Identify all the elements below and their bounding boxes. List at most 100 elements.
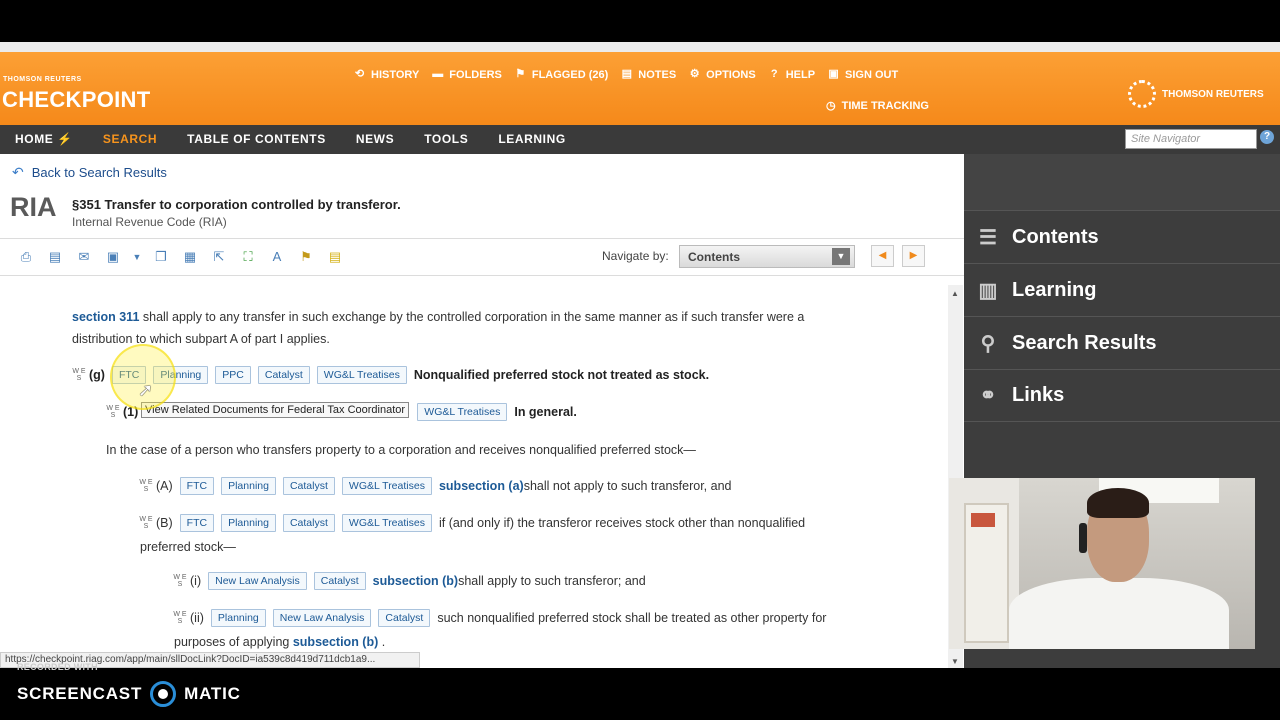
time-tracking-link[interactable]: ◷ TIME TRACKING: [826, 99, 929, 113]
back-to-results-link[interactable]: ↶ Back to Search Results: [12, 164, 167, 181]
ppc-button[interactable]: PPC: [215, 366, 251, 384]
nav-news[interactable]: NEWS: [341, 125, 409, 154]
new-law-analysis-button[interactable]: New Law Analysis: [208, 572, 307, 590]
translate-icon[interactable]: A: [267, 248, 287, 266]
paragraph: preferred stock—: [140, 540, 236, 554]
copy-icon[interactable]: ❐: [151, 248, 171, 266]
side-panel-top: [964, 154, 1280, 210]
subsection-b: W ES (B) FTC Planning Catalyst WG&L Trea…: [139, 514, 806, 532]
nav-table-of-contents[interactable]: TABLE OF CONTENTS: [172, 125, 341, 154]
catalyst-button[interactable]: Catalyst: [313, 572, 366, 590]
flagged-link[interactable]: ⚑ FLAGGED (26): [514, 68, 608, 81]
ftc-button[interactable]: FTC: [179, 477, 215, 495]
history-link[interactable]: ⟲ HISTORY: [353, 68, 419, 81]
wgl-treatises-button[interactable]: WG&L Treatises: [316, 366, 407, 384]
wgl-treatises-button[interactable]: WG&L Treatises: [341, 514, 432, 532]
paragraph: In the case of a person who transfers pr…: [106, 443, 696, 457]
compass-icon[interactable]: W ES: [139, 516, 153, 530]
options-link[interactable]: ⚙ OPTIONS: [688, 68, 756, 81]
compass-icon[interactable]: W ES: [173, 611, 187, 625]
subsection-b-link[interactable]: subsection (b): [373, 574, 458, 588]
save-icon[interactable]: ▣: [103, 248, 123, 266]
paragraph: purposes of applying subsection (b) .: [174, 635, 386, 649]
nav-home[interactable]: HOME ⚡: [0, 125, 88, 154]
subsection-heading: In general.: [514, 405, 577, 419]
external-link-icon[interactable]: ⇱: [209, 248, 229, 266]
compass-icon[interactable]: W ES: [139, 479, 153, 493]
new-law-analysis-button[interactable]: New Law Analysis: [272, 609, 372, 627]
sign-out-icon: ▣: [828, 68, 839, 80]
help-link[interactable]: ? HELP: [768, 68, 815, 81]
side-item-search-results[interactable]: ⚲ Search Results: [964, 316, 1280, 369]
section-311-link[interactable]: section 311: [72, 310, 139, 324]
tooltip: View Related Documents for Federal Tax C…: [141, 402, 410, 418]
wgl-treatises-button[interactable]: WG&L Treatises: [341, 477, 432, 495]
nav-tools[interactable]: TOOLS: [409, 125, 483, 154]
side-item-links[interactable]: ⚭ Links: [964, 369, 1280, 422]
next-button[interactable]: ▶: [902, 245, 925, 267]
catalyst-button[interactable]: Catalyst: [282, 514, 335, 532]
screencast-o-matic-logo: SCREENCAST MATIC: [17, 681, 241, 707]
document-pane: ↶ Back to Search Results RIA §351 Transfe…: [0, 154, 964, 668]
brand-small: THOMSON REUTERS: [3, 76, 82, 83]
mouse-cursor-icon: ➚: [138, 380, 154, 400]
site-navigator-help-icon[interactable]: ?: [1260, 130, 1274, 144]
screen: THOMSON REUTERS CHECKPOINT ⟲ HISTORY ▬ FOL…: [0, 0, 1280, 720]
folders-link[interactable]: ▬ FOLDERS: [431, 68, 502, 81]
flag-doc-icon[interactable]: ⚑: [296, 248, 316, 266]
planning-button[interactable]: Planning: [221, 514, 276, 532]
side-item-contents[interactable]: ☰ Contents: [964, 210, 1280, 263]
brand-logo[interactable]: CHECKPOINT: [2, 87, 150, 113]
print-icon[interactable]: ⎙: [16, 248, 36, 266]
site-navigator-input[interactable]: Site Navigator: [1125, 129, 1257, 149]
history-icon: ⟲: [354, 68, 365, 80]
nav-learning[interactable]: LEARNING: [483, 125, 580, 154]
side-item-learning[interactable]: ▥ Learning: [964, 263, 1280, 316]
email-icon[interactable]: ✉: [74, 248, 94, 266]
navigate-by-select[interactable]: Contents ▼: [679, 245, 855, 268]
note-doc-icon[interactable]: ▤: [325, 248, 345, 266]
notes-link[interactable]: ▤ NOTES: [620, 68, 677, 81]
record-icon: [150, 681, 177, 707]
flag-icon: ⚑: [515, 68, 526, 80]
compass-icon[interactable]: W ES: [173, 574, 187, 588]
planning-button[interactable]: Planning: [221, 477, 276, 495]
dropdown-icon[interactable]: ▼: [132, 248, 142, 266]
ria-logo: RIA: [10, 192, 57, 222]
search-icon: ⚲: [980, 332, 996, 355]
catalyst-button[interactable]: Catalyst: [257, 366, 310, 384]
lightning-icon: ⚡: [57, 132, 73, 146]
compass-icon[interactable]: W ES: [72, 368, 86, 382]
document-subtitle: Internal Revenue Code (RIA): [72, 215, 227, 229]
catalyst-button[interactable]: Catalyst: [282, 477, 335, 495]
webcam-headset: [1079, 523, 1087, 553]
planning-button[interactable]: Planning: [210, 609, 266, 627]
folder-add-icon[interactable]: ▦: [180, 248, 200, 266]
scroll-up-icon[interactable]: ▲: [951, 289, 959, 298]
subsection-a: W ES (A) FTC Planning Catalyst WG&L Trea…: [139, 477, 732, 495]
sign-out-link[interactable]: ▣ SIGN OUT: [827, 68, 898, 81]
note-icon: ▤: [621, 68, 632, 80]
nav-search[interactable]: SEARCH: [88, 125, 172, 154]
wgl-treatises-button[interactable]: WG&L Treatises: [417, 403, 508, 421]
subsection-ii: W ES (ii) Planning New Law Analysis Cata…: [173, 609, 827, 627]
scroll-down-icon[interactable]: ▼: [951, 657, 959, 666]
subsection-b-link[interactable]: subsection (b): [293, 635, 378, 649]
browser-bookmarks-strip: [0, 42, 1280, 52]
list-icon: ☰: [979, 226, 997, 249]
document-toolbar: ⎙ ▤ ✉ ▣ ▼ ❐ ▦ ⇱ ⛶ A ⚑ ▤: [16, 248, 354, 266]
catalyst-button[interactable]: Catalyst: [378, 609, 431, 627]
divider: [0, 275, 964, 276]
webcam-overlay: [949, 478, 1255, 649]
subsection-a-link[interactable]: subsection (a): [439, 479, 524, 493]
link-icon: ⚭: [979, 385, 997, 407]
document-title: §351 Transfer to corporation controlled …: [72, 197, 401, 212]
webcam-person-body: [1009, 578, 1229, 649]
print-preview-icon[interactable]: ▤: [45, 248, 65, 266]
previous-button[interactable]: ◀: [871, 245, 894, 267]
clock-icon: ◷: [826, 100, 836, 112]
compass-icon[interactable]: W ES: [106, 405, 120, 419]
ftc-button[interactable]: FTC: [179, 514, 215, 532]
help-icon: ?: [770, 68, 778, 80]
expand-icon[interactable]: ⛶: [238, 248, 258, 266]
